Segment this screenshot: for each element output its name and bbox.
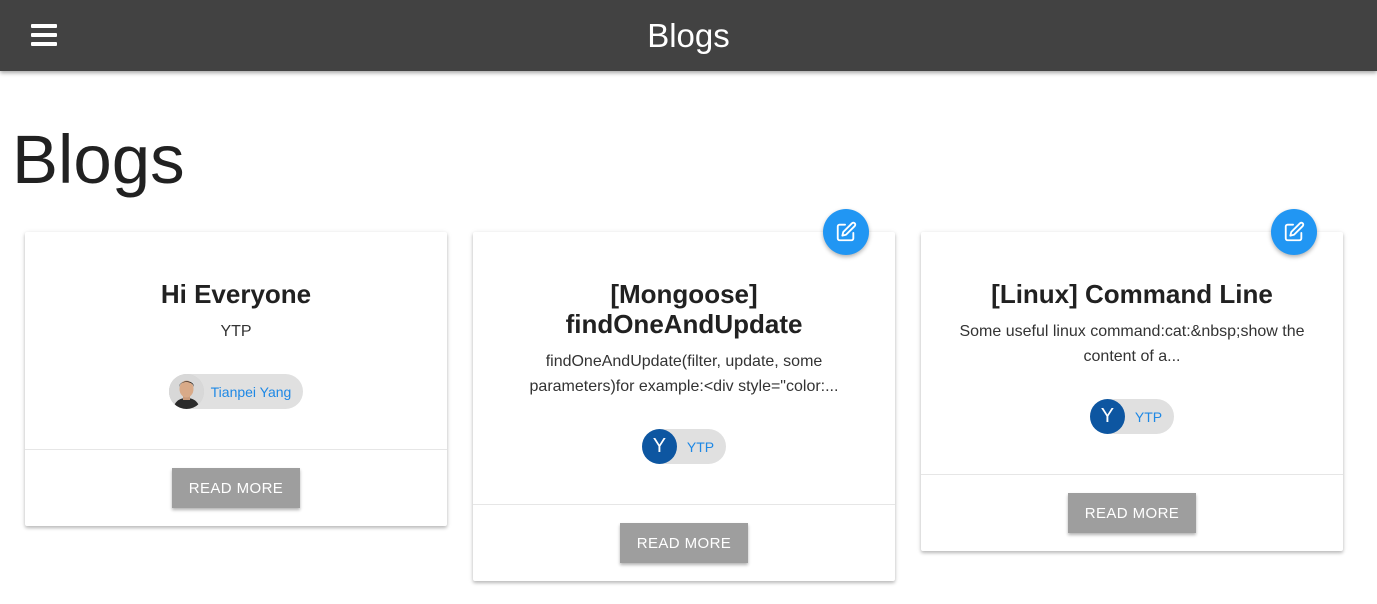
card-description: findOneAndUpdate(filter, update, some pa… bbox=[529, 353, 839, 395]
read-more-button[interactable]: READ MORE bbox=[1068, 493, 1196, 533]
edit-icon bbox=[1284, 221, 1305, 242]
author-name: YTP bbox=[686, 438, 715, 455]
edit-button[interactable] bbox=[823, 209, 869, 255]
read-more-button[interactable]: READ MORE bbox=[620, 523, 748, 563]
app-bar-title: Blogs bbox=[647, 17, 730, 54]
author-chip[interactable]: Tianpei Yang bbox=[168, 374, 304, 409]
edit-button[interactable] bbox=[1271, 209, 1317, 255]
blog-card: [Linux] Command Line Some useful linux c… bbox=[921, 209, 1343, 551]
edit-icon bbox=[836, 221, 857, 242]
blog-card: Hi Everyone YTP Tianpei Yang READ MORE bbox=[25, 232, 447, 526]
blog-card: [Mongoose] findOneAndUpdate findOneAndUp… bbox=[473, 209, 895, 581]
author-avatar bbox=[168, 374, 204, 409]
app-bar: Blogs bbox=[0, 0, 1377, 71]
card-description: YTP bbox=[220, 323, 252, 340]
author-chip[interactable]: Y YTP bbox=[1089, 399, 1175, 434]
author-name: Tianpei Yang bbox=[210, 383, 292, 400]
card-title: [Linux] Command Line bbox=[991, 279, 1273, 309]
author-avatar: Y bbox=[641, 429, 677, 464]
card-description: Some useful linux command:cat:&nbsp;show… bbox=[959, 323, 1305, 365]
read-more-button[interactable]: READ MORE bbox=[172, 468, 300, 508]
author-name: YTP bbox=[1134, 408, 1163, 425]
card-title: [Mongoose] findOneAndUpdate bbox=[565, 279, 803, 339]
page-title: Blogs bbox=[12, 121, 185, 198]
author-chip[interactable]: Y YTP bbox=[641, 429, 727, 464]
author-avatar: Y bbox=[1089, 399, 1125, 434]
card-title: Hi Everyone bbox=[160, 279, 312, 309]
